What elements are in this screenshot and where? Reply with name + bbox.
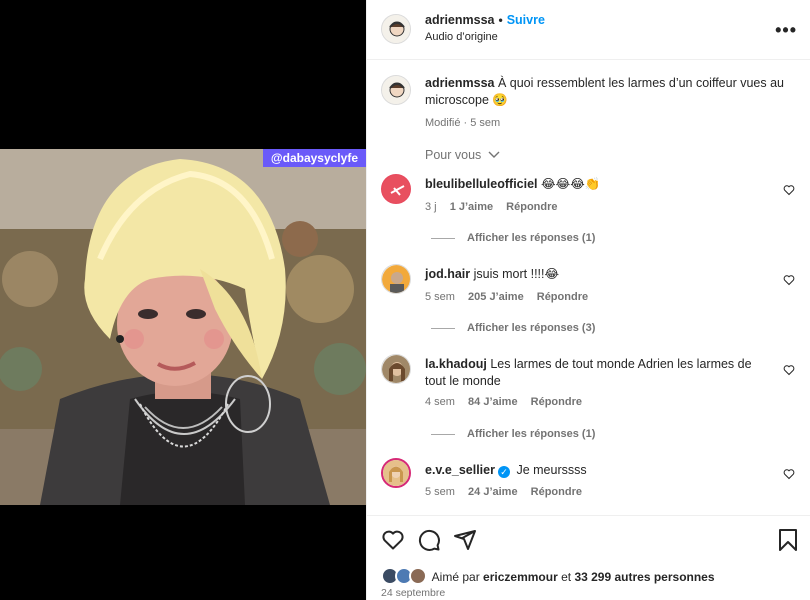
more-options-icon[interactable]: ••• bbox=[775, 20, 797, 41]
replies-divider bbox=[431, 433, 455, 435]
verified-badge-icon: ✓ bbox=[497, 466, 510, 478]
likes-prefix: Aimé par bbox=[431, 570, 480, 584]
comment-age: 5 sem bbox=[425, 291, 455, 303]
replies-divider bbox=[431, 237, 455, 239]
reply-button[interactable]: Répondre bbox=[506, 201, 557, 213]
reply-button[interactable]: Répondre bbox=[537, 291, 588, 303]
post-date[interactable]: 24 septembre bbox=[381, 587, 445, 599]
video-pane[interactable]: @dabaysyclyfe bbox=[0, 0, 366, 600]
comment-text: Je meurssss bbox=[516, 463, 587, 477]
caption-avatar[interactable] bbox=[381, 75, 411, 105]
header-separator: • bbox=[498, 13, 503, 27]
avatar-photo-icon bbox=[382, 355, 410, 383]
video-still bbox=[0, 149, 366, 505]
comment-likes[interactable]: 205 J’aime bbox=[468, 291, 524, 303]
post-header: adrienmssa • Suivre Audio d’origine ••• bbox=[367, 0, 810, 60]
comment-item: la.khadouj Les larmes de tout monde Adri… bbox=[381, 354, 801, 450]
view-replies-label: Afficher les réponses (3) bbox=[467, 322, 596, 334]
save-bookmark-icon[interactable] bbox=[777, 528, 799, 552]
author-avatar[interactable] bbox=[381, 14, 411, 44]
comment-like-heart-icon[interactable] bbox=[783, 468, 795, 480]
dragonfly-logo-icon bbox=[382, 175, 410, 203]
comment-like-heart-icon[interactable] bbox=[783, 364, 795, 376]
comment-item: jod.hair jsuis mort !!!!😂 5 sem 205 J’ai… bbox=[381, 264, 801, 344]
comment-bubble-icon[interactable] bbox=[417, 528, 441, 552]
comment-age: 5 sem bbox=[425, 486, 455, 498]
likes-others[interactable]: 33 299 autres personnes bbox=[574, 570, 714, 584]
comment-item: e.v.e_sellier ✓ Je meurssss 5 sem 24 J’ai… bbox=[381, 458, 801, 508]
comment-avatar[interactable] bbox=[381, 264, 411, 294]
comment-meta: 5 sem 24 J’aime Répondre bbox=[425, 486, 582, 498]
comment-age: 3 j bbox=[425, 201, 437, 213]
chevron-down-icon bbox=[488, 151, 500, 158]
post-actions-bar: Aimé par ericzemmour et 33 299 autres pe… bbox=[367, 515, 810, 600]
avatar-illustration-icon bbox=[382, 15, 410, 43]
reply-button[interactable]: Répondre bbox=[531, 396, 582, 408]
avatar-photo-icon bbox=[383, 460, 409, 486]
liker-avatar bbox=[409, 567, 427, 585]
post-sidebar: adrienmssa • Suivre Audio d’origine ••• ad… bbox=[366, 0, 810, 600]
video-watermark: @dabaysyclyfe bbox=[262, 149, 366, 167]
follow-button[interactable]: Suivre bbox=[507, 13, 545, 27]
likes-user[interactable]: ericzemmour bbox=[483, 570, 558, 584]
comment-body: e.v.e_sellier ✓ Je meurssss bbox=[425, 462, 775, 479]
comment-username[interactable]: bleulibelluleofficiel bbox=[425, 177, 538, 191]
likes-middle: et bbox=[561, 570, 572, 584]
comment-like-heart-icon[interactable] bbox=[783, 274, 795, 286]
comment-meta: 4 sem 84 J’aime Répondre bbox=[425, 396, 582, 408]
comment-body: jod.hair jsuis mort !!!!😂 bbox=[425, 266, 775, 283]
avatar-photo-icon bbox=[382, 265, 410, 293]
comment-like-heart-icon[interactable] bbox=[783, 184, 795, 196]
comment-likes[interactable]: 84 J’aime bbox=[468, 396, 518, 408]
like-heart-icon[interactable] bbox=[381, 528, 405, 552]
video-frame[interactable] bbox=[0, 149, 366, 505]
comment-text: 😂😂😂👏 bbox=[541, 177, 601, 191]
sort-label: Pour vous bbox=[425, 148, 482, 162]
comment-body: la.khadouj Les larmes de tout monde Adri… bbox=[425, 356, 775, 390]
view-replies-button[interactable]: Afficher les réponses (3) bbox=[431, 322, 595, 334]
comment-text: jsuis mort !!!!😂 bbox=[473, 267, 560, 281]
view-replies-button[interactable]: Afficher les réponses (1) bbox=[431, 232, 595, 244]
comment-username[interactable]: e.v.e_sellier bbox=[425, 463, 495, 477]
comment-username[interactable]: jod.hair bbox=[425, 267, 470, 281]
comment-likes[interactable]: 1 J’aime bbox=[450, 201, 493, 213]
audio-label[interactable]: Audio d’origine bbox=[425, 31, 545, 43]
replies-divider bbox=[431, 327, 455, 329]
comment-body: bleulibelluleofficiel 😂😂😂👏 bbox=[425, 176, 775, 193]
caption: adrienmssa À quoi ressemblent les larmes… bbox=[425, 75, 795, 132]
view-replies-label: Afficher les réponses (1) bbox=[467, 428, 596, 440]
reply-button[interactable]: Répondre bbox=[531, 486, 582, 498]
comment-avatar[interactable] bbox=[381, 174, 411, 204]
caption-meta: Modifié · 5 sem bbox=[425, 117, 501, 129]
share-send-icon[interactable] bbox=[453, 528, 477, 552]
caption-username[interactable]: adrienmssa bbox=[425, 76, 494, 90]
view-replies-label: Afficher les réponses (1) bbox=[467, 232, 596, 244]
comment-item: bleulibelluleofficiel 😂😂😂👏 3 j 1 J’aime … bbox=[381, 174, 801, 254]
comment-meta: 3 j 1 J’aime Répondre bbox=[425, 201, 558, 213]
comment-meta: 5 sem 205 J’aime Répondre bbox=[425, 291, 588, 303]
comment-avatar-story-ring[interactable] bbox=[381, 458, 411, 488]
comment-username[interactable]: la.khadouj bbox=[425, 357, 487, 371]
header-text: adrienmssa • Suivre Audio d’origine bbox=[425, 13, 545, 43]
comment-age: 4 sem bbox=[425, 396, 455, 408]
view-replies-button[interactable]: Afficher les réponses (1) bbox=[431, 428, 595, 440]
comment-likes[interactable]: 24 J’aime bbox=[468, 486, 518, 498]
author-username[interactable]: adrienmssa bbox=[425, 13, 494, 27]
avatar-illustration-icon bbox=[382, 76, 410, 104]
comment-sort-dropdown[interactable]: Pour vous bbox=[425, 148, 500, 162]
liked-by-summary: Aimé par ericzemmour et 33 299 autres pe… bbox=[381, 567, 715, 585]
liked-by-avatars[interactable] bbox=[381, 567, 429, 585]
comment-avatar[interactable] bbox=[381, 354, 411, 384]
